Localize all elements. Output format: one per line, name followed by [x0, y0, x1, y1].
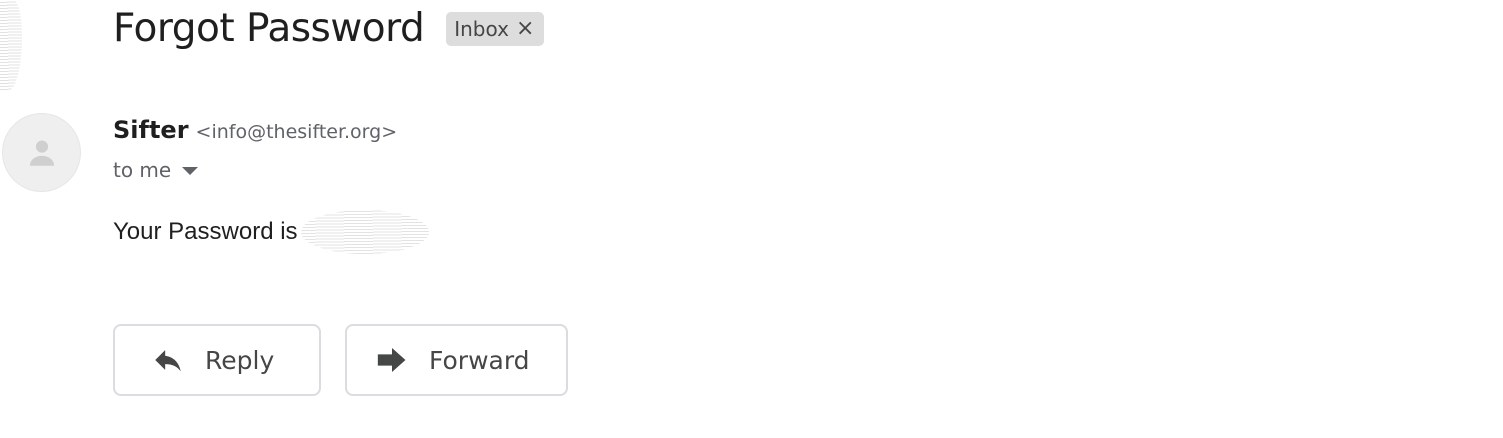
body-text: Your Password is: [113, 218, 298, 245]
redacted-area: [0, 0, 22, 90]
avatar[interactable]: [2, 113, 81, 192]
forward-arrow-icon: [375, 343, 409, 377]
reply-button[interactable]: Reply: [113, 324, 321, 396]
reply-label: Reply: [205, 345, 275, 375]
subject-header: Forgot Password Inbox ×: [113, 4, 545, 54]
recipient-text: to me: [113, 158, 172, 182]
sender-info: Sifter <info@thesifter.org>: [113, 116, 397, 144]
forward-label: Forward: [429, 345, 530, 375]
email-subject: Forgot Password: [113, 6, 425, 51]
sender-email: <info@thesifter.org>: [195, 121, 398, 143]
caret-down-icon[interactable]: [182, 167, 199, 175]
label-text: Inbox: [454, 17, 509, 41]
recipient-toggle[interactable]: to me: [113, 158, 199, 182]
redacted-password: [300, 210, 429, 254]
inbox-label-chip: Inbox ×: [446, 12, 545, 46]
close-icon[interactable]: ×: [516, 18, 534, 40]
reply-arrow-icon: [151, 343, 185, 377]
forward-button[interactable]: Forward: [345, 324, 568, 396]
email-body: Your Password is: [113, 210, 429, 254]
sender-name[interactable]: Sifter: [113, 116, 189, 144]
person-icon: [29, 140, 54, 166]
